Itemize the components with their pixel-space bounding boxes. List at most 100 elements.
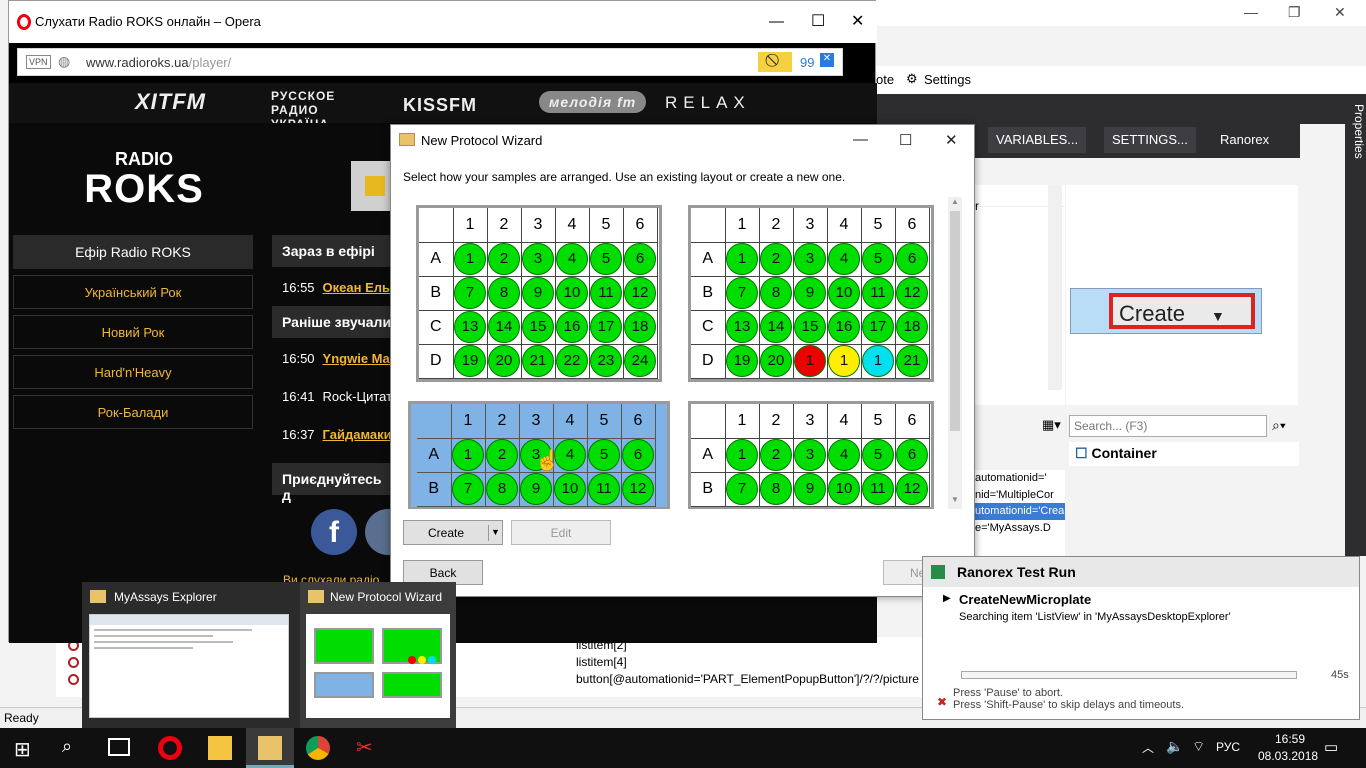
folder-icon xyxy=(308,590,324,603)
opera-logo-icon[interactable] xyxy=(17,14,31,30)
row-header: A xyxy=(691,241,726,277)
well: 9 xyxy=(522,277,554,309)
properties-tab[interactable]: Properties xyxy=(1345,96,1366,556)
container-item[interactable]: ☐ Container xyxy=(1069,442,1299,466)
minimize-icon[interactable]: — xyxy=(769,13,784,30)
xpath-line[interactable]: nid='MultipleCor xyxy=(975,487,1065,504)
menu-item-hard-heavy[interactable]: Hard'n'Heavy xyxy=(13,355,253,389)
restore-icon[interactable]: ❐ xyxy=(1288,4,1301,21)
plate-cell: 19 xyxy=(452,343,488,379)
create-button[interactable]: Create ▼ xyxy=(403,520,503,545)
menu-partial[interactable]: ote xyxy=(876,72,894,87)
network-icon[interactable]: ⌔ xyxy=(1192,738,1205,756)
thumbnail-explorer[interactable] xyxy=(89,614,289,718)
facebook-icon[interactable]: f xyxy=(311,509,357,555)
maximize-icon[interactable]: ☐ xyxy=(899,131,912,149)
menu-item-live[interactable]: Ефір Radio ROKS xyxy=(13,235,253,269)
search-icon[interactable]: ⌕ xyxy=(62,736,72,757)
settings-button[interactable]: SETTINGS... xyxy=(1104,127,1196,153)
xpath-line[interactable]: automationid=' xyxy=(975,470,1065,487)
plate-layout[interactable]: 1 2 3 4 5 6 A 1 2 3 4 5 6 B 7 8 9 10 11 12 C 13 14 15 16 17 18 D 19 2… xyxy=(416,205,662,382)
track-link[interactable]: Океан Ель xyxy=(323,280,390,295)
close-icon[interactable]: ✖ xyxy=(937,695,947,709)
roks-logo[interactable]: RADIO ROKS xyxy=(59,131,229,226)
active-taskbar-item[interactable] xyxy=(246,728,294,768)
thumbnail-wizard[interactable] xyxy=(306,614,450,718)
column-header: 5 xyxy=(860,404,896,439)
station-kissfm[interactable]: KISSFM xyxy=(403,95,477,116)
language-indicator[interactable]: РУС xyxy=(1216,740,1240,754)
plate-cell: 16 xyxy=(826,309,862,345)
chrome-icon[interactable] xyxy=(306,736,330,760)
task-view-icon[interactable] xyxy=(108,738,130,756)
clock-time[interactable]: 16:59 xyxy=(1270,732,1310,746)
vpn-badge[interactable]: VPN xyxy=(26,55,51,69)
shield-icon[interactable]: ✕ xyxy=(820,53,834,67)
grid-view-icon[interactable]: ▦▾ xyxy=(1042,417,1061,433)
column-header: 6 xyxy=(622,208,658,243)
station-relax[interactable]: RELAX xyxy=(665,93,751,113)
plate-layout[interactable]: 1 2 3 4 5 6 A 1 2 3 4 5 6 B 7 8 9 10 11 12 C 13 14 15 16 17 18 D 19 2… xyxy=(688,205,934,382)
ranorex-button[interactable]: Ranorex xyxy=(1212,127,1277,153)
minimize-icon[interactable]: — xyxy=(1244,4,1258,20)
chevron-down-icon[interactable]: ▼ xyxy=(951,495,959,504)
menu-item-ukr-rock[interactable]: Український Рок xyxy=(13,275,253,309)
scrollbar-thumb[interactable] xyxy=(950,211,960,431)
close-icon[interactable]: ✕ xyxy=(851,11,864,31)
thumbnail-title[interactable]: New Protocol Wizard xyxy=(330,590,442,604)
ranorex-test-run: Ranorex Test Run ▶ CreateNewMicroplate S… xyxy=(922,556,1360,720)
breakpoint-icon xyxy=(68,674,79,685)
list-item[interactable]: r xyxy=(975,199,979,213)
notification-icon[interactable]: ▭ xyxy=(1324,738,1338,756)
column-header: 1 xyxy=(724,208,760,243)
stop-icon[interactable] xyxy=(365,176,385,196)
volume-icon[interactable]: 🔈 xyxy=(1166,738,1183,755)
plate-cell: 2 xyxy=(484,437,520,473)
close-icon[interactable]: ✕ xyxy=(1334,4,1346,21)
thumbnail-title[interactable]: MyAssays Explorer xyxy=(114,590,217,604)
well: 11 xyxy=(588,473,620,505)
plate-cell: 11 xyxy=(588,275,624,311)
minimize-icon[interactable]: — xyxy=(853,131,868,148)
scrollbar[interactable] xyxy=(1048,185,1062,390)
track-link[interactable]: Гайдамаки xyxy=(323,427,392,442)
chevron-up-icon[interactable]: ▲ xyxy=(951,197,959,206)
well: 12 xyxy=(896,473,928,505)
address-bar[interactable]: VPN ◍ www.radioroks.ua/player/ ⃠ 99 ✕ xyxy=(17,48,843,76)
expand-icon[interactable]: ▶ xyxy=(943,593,951,604)
station-hitfm[interactable]: ХІТFM xyxy=(135,89,206,115)
column-header: 5 xyxy=(588,208,624,243)
menu-item-new-rock[interactable]: Новий Рок xyxy=(13,315,253,349)
url-host[interactable]: www.radioroks.ua xyxy=(86,55,189,70)
maximize-icon[interactable]: ☐ xyxy=(811,11,825,31)
track-time: 16:37 xyxy=(282,427,315,442)
url-path[interactable]: /player/ xyxy=(189,55,232,70)
windows-start-icon[interactable]: ⊞ xyxy=(14,737,31,762)
xpath-line-selected[interactable]: utomationid='Crea xyxy=(975,503,1065,520)
plate-layout[interactable]: 1 2 3 4 5 6 A 1 2 3 4 5 6 B 7 8 9 10 11 12 xyxy=(688,401,934,509)
close-icon[interactable]: ✕ xyxy=(945,131,958,149)
file-explorer-icon[interactable] xyxy=(208,736,232,760)
well: 7 xyxy=(726,473,758,505)
plate-cell: 5 xyxy=(860,241,896,277)
edit-button[interactable]: Edit xyxy=(511,520,611,545)
well: 6 xyxy=(624,243,656,275)
track-link[interactable]: Yngwie Mal xyxy=(323,351,394,366)
variables-button[interactable]: VARIABLES... xyxy=(988,127,1087,153)
menu-settings[interactable]: Settings xyxy=(924,72,971,87)
plates-scrollbar[interactable]: ▲ ▼ xyxy=(948,197,962,509)
xpath-line[interactable]: e='MyAssays.D xyxy=(975,520,1065,537)
clock-date[interactable]: 08.03.2018 xyxy=(1258,749,1318,763)
search-icon[interactable]: ⌕▾ xyxy=(1272,417,1286,434)
station-melodia[interactable]: мелодія fm xyxy=(539,91,647,113)
chevron-down-icon[interactable]: ▼ xyxy=(488,525,502,541)
adblock-icon[interactable]: ⃠ xyxy=(758,52,792,72)
menu-item-ballads[interactable]: Рок-Балади xyxy=(13,395,253,429)
download-icon[interactable]: ⤓ xyxy=(849,53,856,70)
ranorex-icon[interactable]: ✂ xyxy=(356,735,373,760)
chevron-up-icon[interactable]: ︿ xyxy=(1142,739,1154,756)
folder-icon xyxy=(90,590,106,603)
search-input[interactable]: Search... (F3) xyxy=(1069,415,1267,437)
opera-icon[interactable] xyxy=(158,736,182,760)
plate-cell: 2 xyxy=(486,241,522,277)
